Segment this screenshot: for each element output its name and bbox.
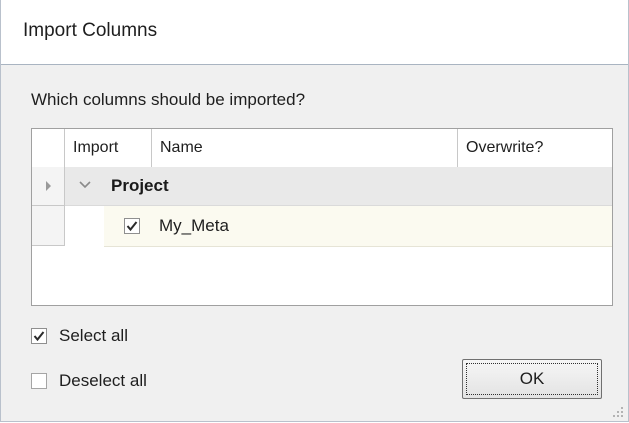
row-selector-header [32,129,65,167]
title-bar: Import Columns [1,0,628,65]
column-header-name[interactable]: Name [152,129,458,167]
chevron-down-icon[interactable] [79,175,91,195]
select-all-label[interactable]: Select all [59,326,128,346]
checkmark-icon [33,331,45,342]
column-header-import[interactable]: Import [65,129,152,167]
select-all-checkbox[interactable] [31,328,47,344]
ok-button-label: OK [519,369,545,388]
group-label: Project [111,176,169,195]
import-checkbox[interactable] [124,218,140,234]
grid-header: Import Name Overwrite? [32,129,612,168]
checkmark-icon [126,221,138,232]
import-columns-dialog: Import Columns Which columns should be i… [0,0,629,422]
import-prompt: Which columns should be imported? [31,90,306,109]
table-row[interactable]: My_Meta [104,206,612,247]
ok-button[interactable]: OK [462,359,602,399]
group-row-project[interactable]: Project [65,167,612,206]
resize-grip-icon[interactable] [612,406,624,418]
row-selector-current[interactable] [32,167,65,206]
row-name: My_Meta [159,216,229,235]
dialog-title: Import Columns [23,20,158,41]
current-row-arrow-icon [46,181,51,191]
row-selector[interactable] [32,206,65,246]
columns-grid[interactable]: Import Name Overwrite? Project My_Meta [31,128,613,306]
deselect-all-checkbox[interactable] [31,373,47,389]
column-header-overwrite[interactable]: Overwrite? [458,129,612,167]
deselect-all-label[interactable]: Deselect all [59,371,147,391]
